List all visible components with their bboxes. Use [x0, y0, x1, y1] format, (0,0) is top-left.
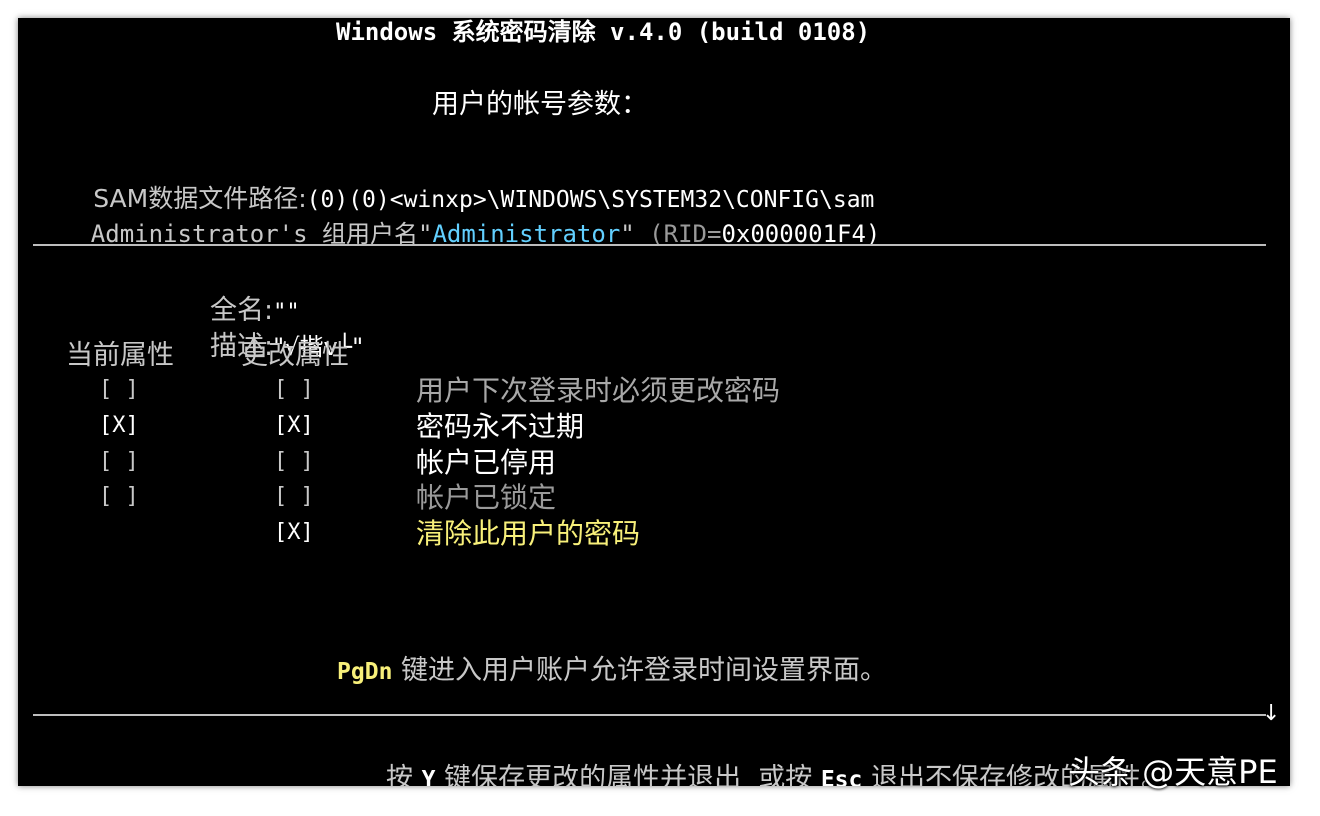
attribute-label: 帐户已锁定 [416, 481, 557, 514]
footer-save-text: 键保存更改的属性并退出 或按 [435, 763, 821, 786]
column-current-header: 当前属性 [66, 340, 174, 371]
current-checkbox: [ ] [99, 377, 139, 402]
attribute-label: 密码永不过期 [416, 410, 585, 443]
save-key-y[interactable]: Y [422, 767, 436, 787]
column-change-header: 更改属性 [241, 340, 349, 371]
pgdn-hint-text: 键进入用户账户允许登录时间设置界面。 [392, 655, 888, 686]
change-checkbox[interactable]: [ ] [274, 451, 314, 473]
section-heading: 用户的帐号参数： [432, 89, 648, 120]
current-checkbox: [X] [99, 413, 139, 438]
divider-top [33, 244, 1266, 246]
change-checkbox[interactable]: [X] [274, 522, 314, 544]
divider-bottom [33, 714, 1266, 716]
scroll-down-arrow-icon: ↓ [1262, 701, 1281, 726]
change-checkbox[interactable]: [X] [274, 415, 314, 437]
footer-press: 按 [386, 763, 422, 786]
change-checkbox[interactable]: [ ] [274, 486, 314, 508]
app-title: Windows 系统密码清除 v.4.0 (build 0108) [336, 18, 871, 46]
pgdn-hint: PgDn 键进入用户账户允许登录时间设置界面。 [272, 630, 887, 711]
current-checkbox: [ ] [99, 449, 139, 474]
exit-key-esc[interactable]: Esc [821, 767, 863, 787]
pgdn-key[interactable]: PgDn [337, 659, 392, 685]
attribute-label: 清除此用户的密码 [416, 517, 641, 550]
dos-screen: Windows 系统密码清除 v.4.0 (build 0108) 用户的帐号参… [18, 18, 1290, 786]
current-checkbox: [ ] [99, 484, 139, 509]
change-checkbox[interactable]: [ ] [274, 379, 314, 401]
attribute-label: 用户下次登录时必须更改密码 [416, 374, 781, 407]
attribute-label: 帐户已停用 [416, 446, 557, 479]
footer-instructions: 按 Y 键保存更改的属性并退出 或按 Esc 退出不保存修改的属性。 [321, 738, 1168, 786]
account-line: Administrator's 组用户名"Administrator" (RID… [33, 198, 881, 270]
watermark: 头条 @天意PE [1068, 753, 1278, 791]
